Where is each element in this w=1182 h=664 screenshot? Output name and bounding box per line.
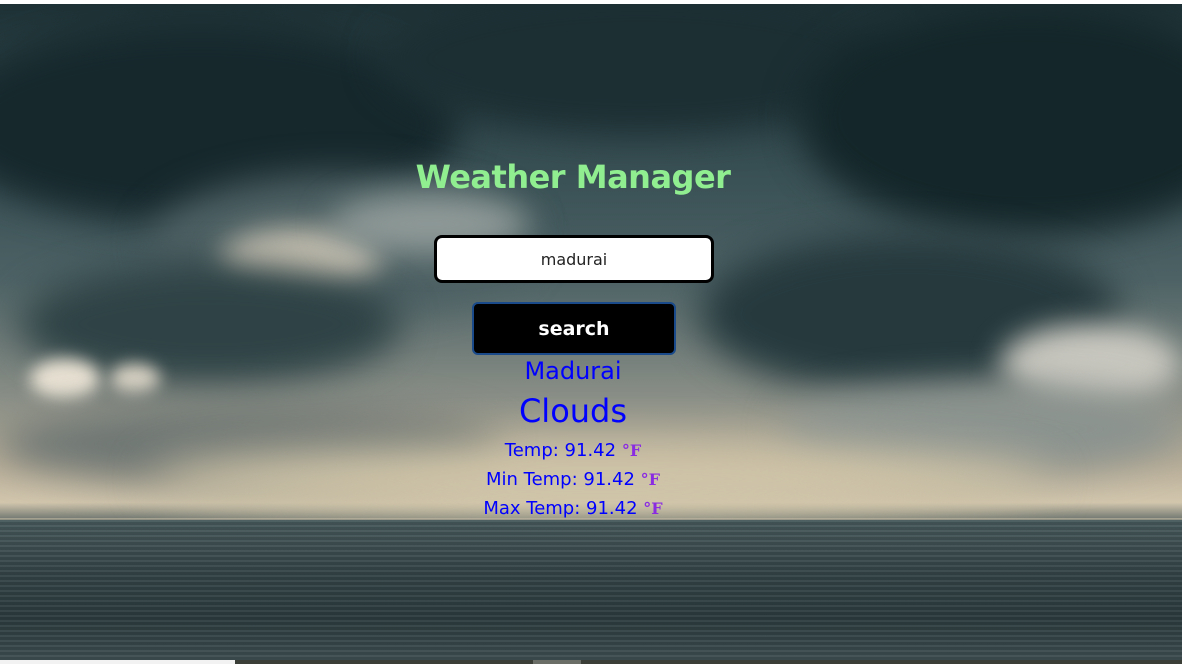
max-temperature: Max Temp: 91.42 °F bbox=[0, 498, 1146, 519]
city-name: Madurai bbox=[524, 357, 622, 385]
temperature: Temp: 91.42 °F bbox=[0, 440, 1146, 461]
page-title: Weather Manager bbox=[415, 158, 731, 196]
max-temperature-unit: °F bbox=[643, 499, 663, 518]
min-temperature: Min Temp: 91.42 °F bbox=[0, 469, 1146, 490]
weather-condition: Clouds bbox=[518, 392, 628, 430]
temperature-label: Temp: 91.42 bbox=[504, 440, 617, 461]
city-search-input[interactable] bbox=[434, 235, 714, 283]
min-temperature-label: Min Temp: 91.42 bbox=[485, 469, 635, 490]
search-button[interactable]: search bbox=[472, 302, 676, 355]
weather-page: Weather Manager search Madurai Clouds Te… bbox=[0, 0, 1182, 664]
max-temperature-label: Max Temp: 91.42 bbox=[483, 498, 638, 519]
temperature-unit: °F bbox=[621, 441, 642, 460]
min-temperature-unit: °F bbox=[640, 470, 661, 489]
weather-card: Weather Manager search Madurai Clouds Te… bbox=[0, 0, 1182, 664]
